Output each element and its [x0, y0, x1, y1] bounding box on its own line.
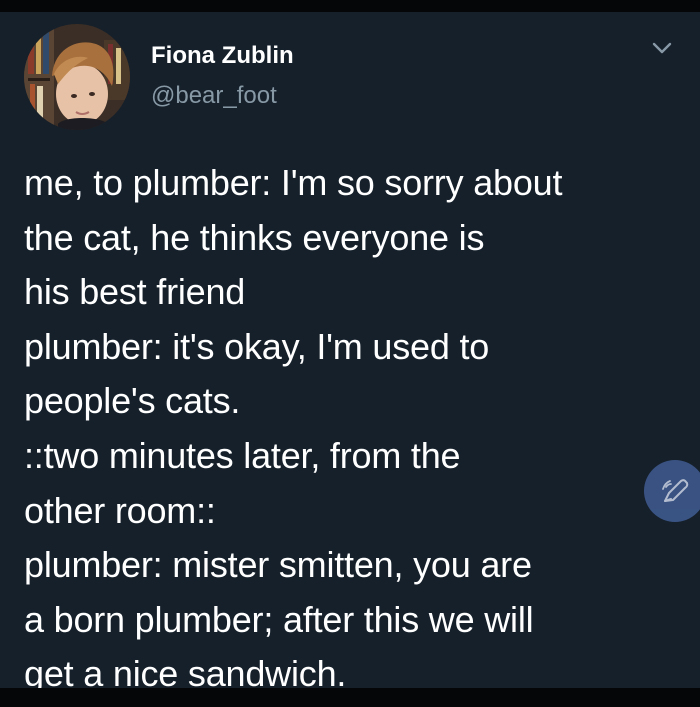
tweet-text-line: plumber: it's okay, I'm used to [24, 325, 490, 367]
compose-tweet-button[interactable] [644, 460, 700, 522]
tweet-card: Fiona Zublin @bear_foot me, to plumber: … [0, 12, 700, 694]
tweet-text-line: people's cats. [24, 380, 241, 422]
tweet-text-line: plumber: mister smitten, you are [24, 544, 532, 586]
tweet-text-line: the cat, he thinks everyone is [24, 216, 485, 258]
avatar-photo [24, 24, 130, 130]
tweet-text-line: other room:: [24, 489, 216, 531]
tweet-text-line: ::two minutes later, from the [24, 434, 461, 476]
author-handle[interactable]: @bear_foot [151, 82, 277, 110]
avatar[interactable] [24, 24, 130, 130]
tweet-text-line: a born plumber; after this we will [24, 598, 534, 640]
chevron-down-icon[interactable] [649, 38, 675, 58]
tweet-text-line: me, to plumber: I'm so sorry about [24, 162, 563, 203]
author-display-name[interactable]: Fiona Zublin [151, 42, 294, 70]
tweet-text: me, to plumber: I'm so sorry about the c… [24, 156, 684, 702]
feather-compose-icon [662, 479, 689, 502]
bottom-frame-edge [0, 688, 700, 707]
tweet-text-line: his best friend [24, 271, 246, 313]
top-frame-edge [0, 0, 700, 12]
